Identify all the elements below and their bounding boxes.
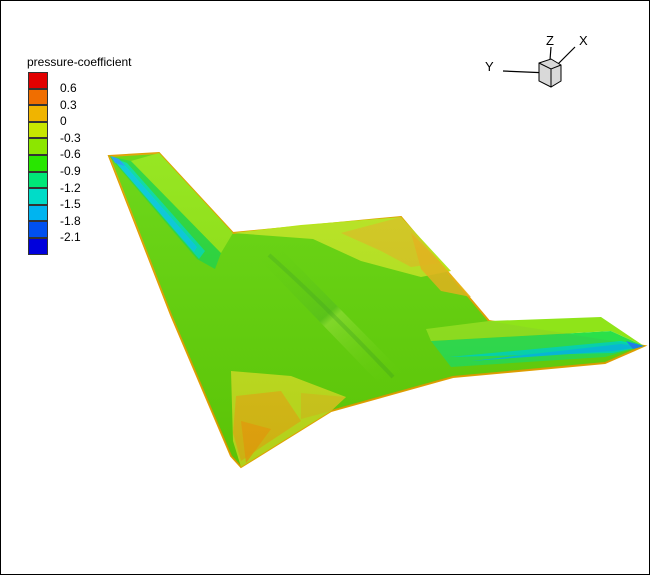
axis-label-x: X [579,33,588,48]
axis-label-y: Y [485,59,494,74]
axis-label-z: Z [546,33,554,48]
orientation-axes: Y Z X [485,33,588,88]
plot-frame: pressure-coefficient 0.6 0.3 0 -0.3 -0.6 -0.9… [0,0,650,575]
flying-wing-body [107,151,648,469]
wing-surface-plot: Y Z X [107,33,648,469]
